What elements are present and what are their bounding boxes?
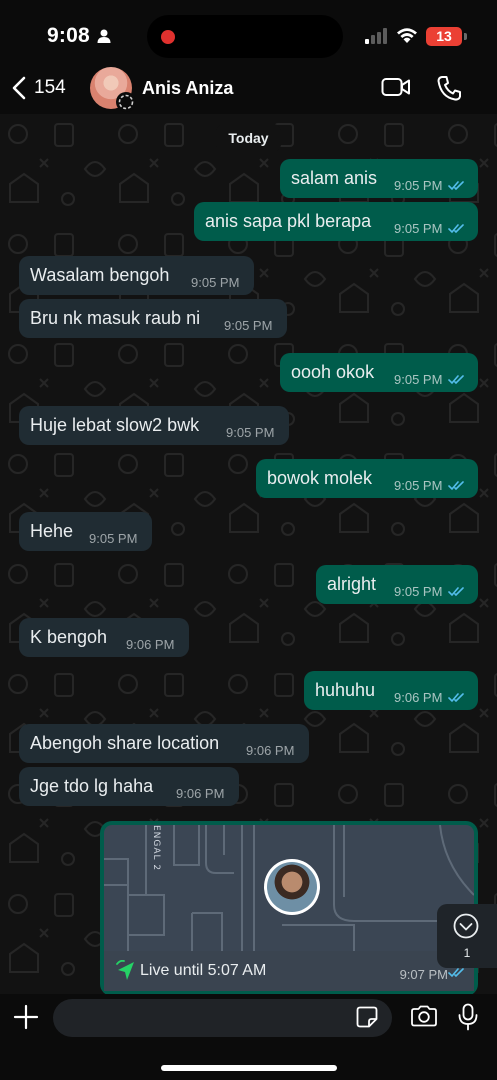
incoming-message[interactable]: Huje lebat slow2 bwk 9:05 PM bbox=[19, 406, 289, 445]
live-location-icon bbox=[116, 960, 134, 980]
message-text: alright bbox=[327, 574, 377, 594]
outgoing-message[interactable]: bowok molek 9:05 PM bbox=[256, 459, 478, 498]
incoming-message[interactable]: Bru nk masuk raub ni 9:05 PM bbox=[19, 299, 287, 338]
message-text: Wasalam bengoh bbox=[30, 265, 170, 285]
message-text: Bru nk masuk raub ni bbox=[30, 308, 201, 328]
double-tick-icon bbox=[448, 968, 464, 978]
double-tick-icon bbox=[448, 587, 464, 597]
chevron-down-icon bbox=[453, 913, 479, 939]
dynamic-island bbox=[147, 15, 343, 58]
home-indicator bbox=[161, 1065, 337, 1071]
message-time: 9:06 PM bbox=[126, 637, 175, 652]
status-time: 9:08 bbox=[47, 24, 90, 47]
pin-avatar bbox=[267, 862, 317, 912]
battery-tip bbox=[464, 33, 467, 40]
message-composer bbox=[0, 994, 497, 1080]
message-text: bowok molek bbox=[267, 468, 373, 488]
message-time: 9:06 PM bbox=[176, 786, 225, 801]
video-call-icon[interactable] bbox=[381, 77, 411, 97]
double-tick-icon bbox=[448, 693, 464, 703]
incoming-message[interactable]: Wasalam bengoh 9:05 PM bbox=[19, 256, 254, 295]
chat-header: 154 Anis Aniza bbox=[0, 62, 497, 114]
sticker-icon[interactable] bbox=[356, 1006, 378, 1028]
double-tick-icon bbox=[448, 181, 464, 191]
message-time: 9:05 PM bbox=[191, 275, 240, 290]
microphone-icon[interactable] bbox=[457, 1003, 479, 1031]
wifi-icon bbox=[397, 28, 417, 43]
outgoing-message[interactable]: anis sapa pkl berapa 9:05 PM bbox=[194, 202, 478, 241]
location-map[interactable]: ENGAL 2 bbox=[104, 825, 474, 951]
message-time: 9:05 PM bbox=[394, 221, 443, 236]
message-text: oooh okok bbox=[291, 362, 375, 382]
message-text: Abengoh share location bbox=[30, 733, 220, 753]
incoming-message[interactable]: Hehe 9:05 PM bbox=[19, 512, 152, 551]
message-time: 9:05 PM bbox=[394, 478, 443, 493]
contact-name[interactable]: Anis Aniza bbox=[142, 78, 233, 99]
double-tick-icon bbox=[448, 224, 464, 234]
live-location-bar: Live until 5:07 AM 9:07 PM bbox=[104, 951, 474, 991]
map-street-label: ENGAL 2 bbox=[151, 825, 161, 872]
unread-count: 1 bbox=[463, 946, 471, 960]
recording-dot bbox=[161, 30, 175, 44]
message-time: 9:05 PM bbox=[89, 531, 138, 546]
unread-chats-count: 154 bbox=[34, 77, 66, 98]
incoming-message[interactable]: Abengoh share location 9:06 PM bbox=[19, 724, 309, 763]
message-text: Jge tdo lg haha bbox=[30, 776, 154, 796]
message-text: Hehe bbox=[30, 521, 74, 541]
message-time: 9:06 PM bbox=[394, 690, 443, 705]
person-icon bbox=[97, 29, 111, 43]
message-time: 9:05 PM bbox=[394, 372, 443, 387]
signal-icon bbox=[365, 28, 387, 44]
back-chevron-icon bbox=[12, 76, 26, 100]
scroll-to-bottom-button[interactable]: 1 bbox=[437, 904, 497, 968]
message-input[interactable] bbox=[53, 999, 392, 1037]
message-text: salam anis bbox=[291, 168, 378, 188]
outgoing-message[interactable]: alright 9:05 PM bbox=[316, 565, 478, 604]
status-ring-badge bbox=[116, 92, 136, 112]
phone-call-icon[interactable] bbox=[437, 75, 461, 101]
chat-area[interactable]: Today salam anis 9:05 PM anis sapa pkl b… bbox=[0, 114, 497, 994]
date-divider: Today bbox=[216, 124, 281, 152]
contact-avatar[interactable] bbox=[90, 67, 136, 112]
message-time: 9:05 PM bbox=[394, 178, 443, 193]
message-time: 9:05 PM bbox=[226, 425, 275, 440]
plus-icon[interactable] bbox=[13, 1004, 39, 1030]
location-avatar-pin bbox=[264, 859, 320, 915]
incoming-message[interactable]: Jge tdo lg haha 9:06 PM bbox=[19, 767, 239, 806]
message-time: 9:06 PM bbox=[246, 743, 295, 758]
status-bar: 9:08 13 bbox=[0, 0, 497, 62]
live-location-message[interactable]: ENGAL 2 Live until 5:07 AM 9:07 PM bbox=[100, 821, 478, 994]
back-button[interactable]: 154 bbox=[12, 76, 66, 100]
outgoing-message[interactable]: salam anis 9:05 PM bbox=[280, 159, 478, 198]
outgoing-message[interactable]: huhuhu 9:06 PM bbox=[304, 671, 478, 710]
live-location-label: Live until 5:07 AM bbox=[140, 962, 267, 979]
battery-level: 13 bbox=[426, 27, 462, 46]
double-tick-icon bbox=[448, 481, 464, 491]
message-text: Huje lebat slow2 bwk bbox=[30, 415, 200, 435]
message-time: 9:05 PM bbox=[394, 584, 443, 599]
incoming-message[interactable]: K bengoh 9:06 PM bbox=[19, 618, 189, 657]
message-time: 9:07 PM bbox=[399, 967, 448, 982]
message-text: anis sapa pkl berapa bbox=[205, 211, 372, 231]
message-text: huhuhu bbox=[315, 680, 376, 700]
camera-icon[interactable] bbox=[410, 1005, 438, 1027]
outgoing-message[interactable]: oooh okok 9:05 PM bbox=[280, 353, 478, 392]
message-text: K bengoh bbox=[30, 627, 108, 647]
double-tick-icon bbox=[448, 375, 464, 385]
message-time: 9:05 PM bbox=[224, 318, 273, 333]
